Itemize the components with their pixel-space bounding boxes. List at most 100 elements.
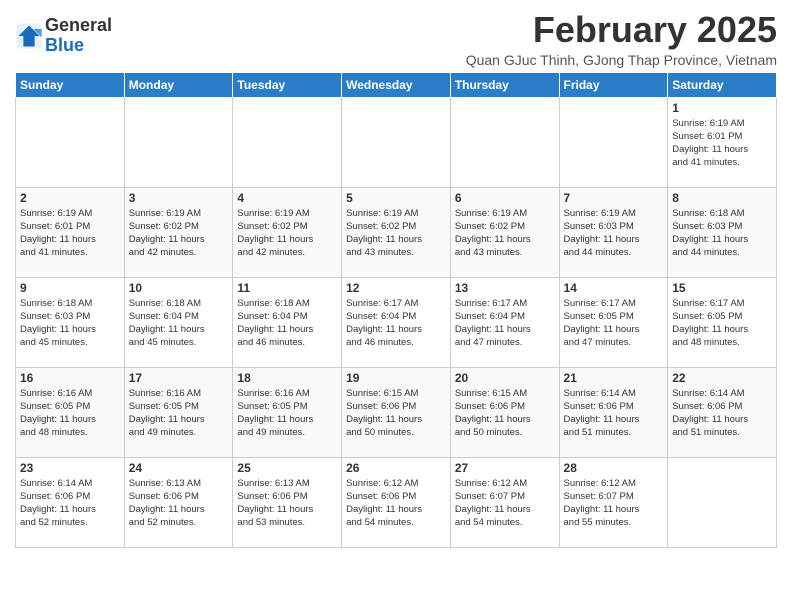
day-number: 4 <box>237 191 337 205</box>
day-number: 21 <box>564 371 664 385</box>
calendar-cell: 8 Sunrise: 6:18 AM Sunset: 6:03 PM Daylig… <box>668 187 777 277</box>
calendar-cell: 28Sunrise: 6:12 AM Sunset: 6:07 PM Dayli… <box>559 457 668 547</box>
cell-info: Sunrise: 6:18 AM Sunset: 6:04 PM Dayligh… <box>129 297 229 350</box>
weekday-header-sunday: Sunday <box>16 72 125 97</box>
calendar-week-2: 2 Sunrise: 6:19 AM Sunset: 6:01 PM Daylig… <box>16 187 777 277</box>
cell-info: Sunrise: 6:18 AM Sunset: 6:03 PM Dayligh… <box>672 207 772 260</box>
cell-info: Sunrise: 6:14 AM Sunset: 6:06 PM Dayligh… <box>672 387 772 440</box>
cell-info: Sunrise: 6:19 AM Sunset: 6:02 PM Dayligh… <box>237 207 337 260</box>
calendar-cell: 5 Sunrise: 6:19 AM Sunset: 6:02 PM Daylig… <box>342 187 451 277</box>
day-number: 5 <box>346 191 446 205</box>
calendar-cell <box>559 97 668 187</box>
day-number: 15 <box>672 281 772 295</box>
cell-info: Sunrise: 6:18 AM Sunset: 6:04 PM Dayligh… <box>237 297 337 350</box>
logo: General Blue <box>15 16 112 56</box>
calendar-body: 1 Sunrise: 6:19 AM Sunset: 6:01 PM Daylig… <box>16 97 777 547</box>
cell-info: Sunrise: 6:19 AM Sunset: 6:02 PM Dayligh… <box>455 207 555 260</box>
month-title: February 2025 <box>466 10 777 50</box>
page-header: General Blue February 2025 Quan GJuc Thi… <box>15 10 777 68</box>
logo-blue: Blue <box>45 36 112 56</box>
cell-info: Sunrise: 6:12 AM Sunset: 6:07 PM Dayligh… <box>455 477 555 530</box>
calendar-cell: 25 Sunrise: 6:13 AM Sunset: 6:06 PM Dayli… <box>233 457 342 547</box>
cell-info: Sunrise: 6:15 AM Sunset: 6:06 PM Dayligh… <box>455 387 555 440</box>
day-number: 16 <box>20 371 120 385</box>
day-number: 2 <box>20 191 120 205</box>
calendar-cell: 15 Sunrise: 6:17 AM Sunset: 6:05 PM Dayli… <box>668 277 777 367</box>
location-subtitle: Quan GJuc Thinh, GJong Thap Province, Vi… <box>466 52 777 68</box>
cell-info: Sunrise: 6:14 AM Sunset: 6:06 PM Dayligh… <box>564 387 664 440</box>
calendar-cell: 27 Sunrise: 6:12 AM Sunset: 6:07 PM Dayli… <box>450 457 559 547</box>
cell-info: Sunrise: 6:15 AM Sunset: 6:06 PM Dayligh… <box>346 387 446 440</box>
day-number: 23 <box>20 461 120 475</box>
cell-info: Sunrise: 6:16 AM Sunset: 6:05 PM Dayligh… <box>237 387 337 440</box>
cell-info: Sunrise: 6:17 AM Sunset: 6:05 PM Dayligh… <box>564 297 664 350</box>
day-number: 25 <box>237 461 337 475</box>
day-number: 22 <box>672 371 772 385</box>
day-number: 28 <box>564 461 664 475</box>
weekday-header-row: SundayMondayTuesdayWednesdayThursdayFrid… <box>16 72 777 97</box>
calendar-cell: 17Sunrise: 6:16 AM Sunset: 6:05 PM Dayli… <box>124 367 233 457</box>
cell-info: Sunrise: 6:19 AM Sunset: 6:01 PM Dayligh… <box>20 207 120 260</box>
day-number: 18 <box>237 371 337 385</box>
calendar-cell <box>124 97 233 187</box>
calendar-table: SundayMondayTuesdayWednesdayThursdayFrid… <box>15 72 777 548</box>
day-number: 6 <box>455 191 555 205</box>
logo-general: General <box>45 16 112 36</box>
calendar-week-4: 16 Sunrise: 6:16 AM Sunset: 6:05 PM Dayli… <box>16 367 777 457</box>
calendar-cell: 24 Sunrise: 6:13 AM Sunset: 6:06 PM Dayli… <box>124 457 233 547</box>
calendar-week-3: 9Sunrise: 6:18 AM Sunset: 6:03 PM Daylig… <box>16 277 777 367</box>
day-number: 1 <box>672 101 772 115</box>
calendar-cell: 2 Sunrise: 6:19 AM Sunset: 6:01 PM Daylig… <box>16 187 125 277</box>
calendar-cell <box>668 457 777 547</box>
weekday-header-saturday: Saturday <box>668 72 777 97</box>
day-number: 10 <box>129 281 229 295</box>
logo-text: General Blue <box>45 16 112 56</box>
day-number: 14 <box>564 281 664 295</box>
calendar-cell: 23 Sunrise: 6:14 AM Sunset: 6:06 PM Dayli… <box>16 457 125 547</box>
title-section: February 2025 Quan GJuc Thinh, GJong Tha… <box>466 10 777 68</box>
calendar-cell: 26Sunrise: 6:12 AM Sunset: 6:06 PM Dayli… <box>342 457 451 547</box>
calendar-cell: 14 Sunrise: 6:17 AM Sunset: 6:05 PM Dayli… <box>559 277 668 367</box>
weekday-header-monday: Monday <box>124 72 233 97</box>
cell-info: Sunrise: 6:17 AM Sunset: 6:05 PM Dayligh… <box>672 297 772 350</box>
calendar-cell: 16 Sunrise: 6:16 AM Sunset: 6:05 PM Dayli… <box>16 367 125 457</box>
calendar-cell: 10 Sunrise: 6:18 AM Sunset: 6:04 PM Dayli… <box>124 277 233 367</box>
calendar-cell: 22 Sunrise: 6:14 AM Sunset: 6:06 PM Dayli… <box>668 367 777 457</box>
cell-info: Sunrise: 6:17 AM Sunset: 6:04 PM Dayligh… <box>455 297 555 350</box>
calendar-cell <box>450 97 559 187</box>
calendar-cell: 7Sunrise: 6:19 AM Sunset: 6:03 PM Daylig… <box>559 187 668 277</box>
cell-info: Sunrise: 6:19 AM Sunset: 6:03 PM Dayligh… <box>564 207 664 260</box>
cell-info: Sunrise: 6:16 AM Sunset: 6:05 PM Dayligh… <box>20 387 120 440</box>
cell-info: Sunrise: 6:17 AM Sunset: 6:04 PM Dayligh… <box>346 297 446 350</box>
calendar-cell: 9Sunrise: 6:18 AM Sunset: 6:03 PM Daylig… <box>16 277 125 367</box>
calendar-cell <box>233 97 342 187</box>
calendar-cell: 3 Sunrise: 6:19 AM Sunset: 6:02 PM Daylig… <box>124 187 233 277</box>
day-number: 24 <box>129 461 229 475</box>
day-number: 27 <box>455 461 555 475</box>
calendar-week-5: 23 Sunrise: 6:14 AM Sunset: 6:06 PM Dayli… <box>16 457 777 547</box>
day-number: 9 <box>20 281 120 295</box>
calendar-cell: 12Sunrise: 6:17 AM Sunset: 6:04 PM Dayli… <box>342 277 451 367</box>
calendar-cell: 20Sunrise: 6:15 AM Sunset: 6:06 PM Dayli… <box>450 367 559 457</box>
weekday-header-friday: Friday <box>559 72 668 97</box>
cell-info: Sunrise: 6:16 AM Sunset: 6:05 PM Dayligh… <box>129 387 229 440</box>
calendar-cell: 11Sunrise: 6:18 AM Sunset: 6:04 PM Dayli… <box>233 277 342 367</box>
cell-info: Sunrise: 6:19 AM Sunset: 6:01 PM Dayligh… <box>672 117 772 170</box>
calendar-cell: 19Sunrise: 6:15 AM Sunset: 6:06 PM Dayli… <box>342 367 451 457</box>
calendar-cell: 18 Sunrise: 6:16 AM Sunset: 6:05 PM Dayli… <box>233 367 342 457</box>
calendar-cell <box>342 97 451 187</box>
day-number: 13 <box>455 281 555 295</box>
cell-info: Sunrise: 6:14 AM Sunset: 6:06 PM Dayligh… <box>20 477 120 530</box>
cell-info: Sunrise: 6:13 AM Sunset: 6:06 PM Dayligh… <box>237 477 337 530</box>
cell-info: Sunrise: 6:19 AM Sunset: 6:02 PM Dayligh… <box>346 207 446 260</box>
calendar-cell: 21 Sunrise: 6:14 AM Sunset: 6:06 PM Dayli… <box>559 367 668 457</box>
calendar-cell: 4 Sunrise: 6:19 AM Sunset: 6:02 PM Daylig… <box>233 187 342 277</box>
calendar-week-1: 1 Sunrise: 6:19 AM Sunset: 6:01 PM Daylig… <box>16 97 777 187</box>
day-number: 8 <box>672 191 772 205</box>
weekday-header-thursday: Thursday <box>450 72 559 97</box>
cell-info: Sunrise: 6:19 AM Sunset: 6:02 PM Dayligh… <box>129 207 229 260</box>
calendar-cell: 6 Sunrise: 6:19 AM Sunset: 6:02 PM Daylig… <box>450 187 559 277</box>
day-number: 3 <box>129 191 229 205</box>
day-number: 26 <box>346 461 446 475</box>
cell-info: Sunrise: 6:13 AM Sunset: 6:06 PM Dayligh… <box>129 477 229 530</box>
